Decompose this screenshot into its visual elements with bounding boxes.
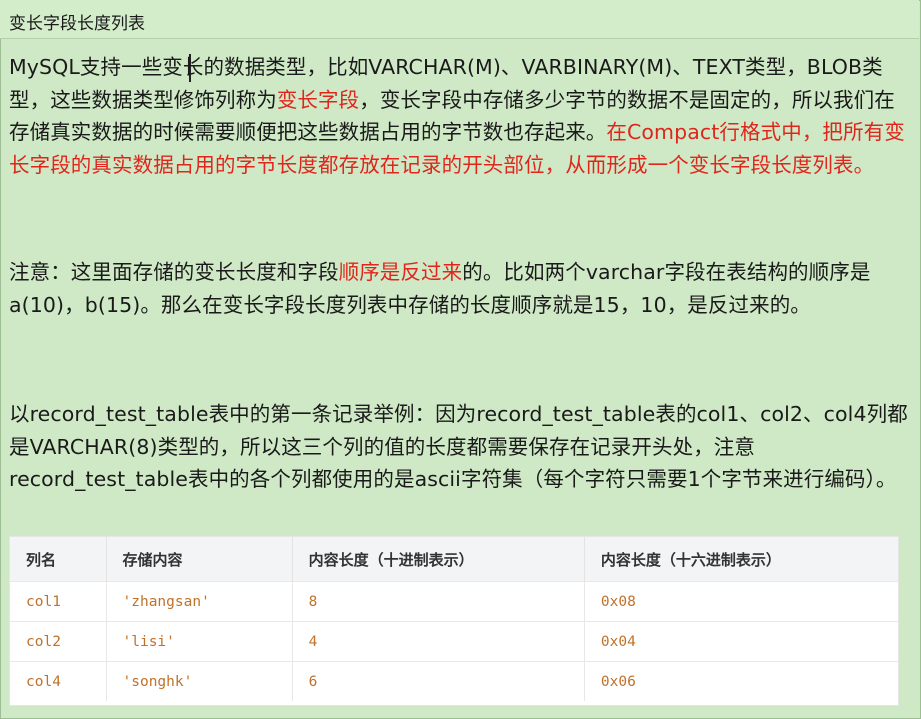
cell-content: 'lisi' [106,621,293,662]
table-row: col1 'zhangsan' 8 0x08 [10,581,898,622]
length-table: 列名 存储内容 内容长度（十进制表示） 内容长度（十六进制表示） col1 'z… [9,536,899,706]
section-header: 变长字段长度列表 [0,0,919,39]
cell-hex: 0x06 [584,661,898,701]
intro-highlight-term: 变长字段 [276,87,360,112]
cell-decimal: 4 [292,621,585,662]
cell-column: col2 [10,621,107,662]
table-header-row: 列名 存储内容 内容长度（十进制表示） 内容长度（十六进制表示） [10,537,898,582]
header-length-hex: 内容长度（十六进制表示） [584,537,898,582]
cell-decimal: 8 [292,581,585,622]
cell-content: 'zhangsan' [106,581,293,622]
cell-hex: 0x04 [584,621,898,662]
note-highlight: 顺序是反过来 [338,260,463,284]
cell-content: 'songhk' [106,661,293,701]
header-length-decimal: 内容长度（十进制表示） [292,537,585,582]
section-title: 变长字段长度列表 [9,14,145,34]
header-column-name: 列名 [10,537,107,582]
table-row: col2 'lisi' 4 0x04 [10,621,898,662]
cell-column: col1 [10,581,107,622]
note-text-1: 注意：这里面存储的变长长度和字段 [9,260,339,284]
paragraph-note: 注意：这里面存储的变长长度和字段顺序是反过来的。比如两个varchar字段在表结… [9,256,909,321]
header-content: 存储内容 [106,537,293,582]
paragraph-example: 以record_test_table表中的第一条记录举例：因为record_te… [9,402,908,491]
cell-decimal: 6 [292,661,585,701]
cell-column: col4 [10,661,107,701]
cell-hex: 0x08 [584,581,898,622]
table-row: col4 'songhk' 6 0x06 [10,661,898,701]
paragraph-intro: MySQL支持一些变长的数据类型，比如VARCHAR(M)、VARBINARY(… [9,51,909,181]
